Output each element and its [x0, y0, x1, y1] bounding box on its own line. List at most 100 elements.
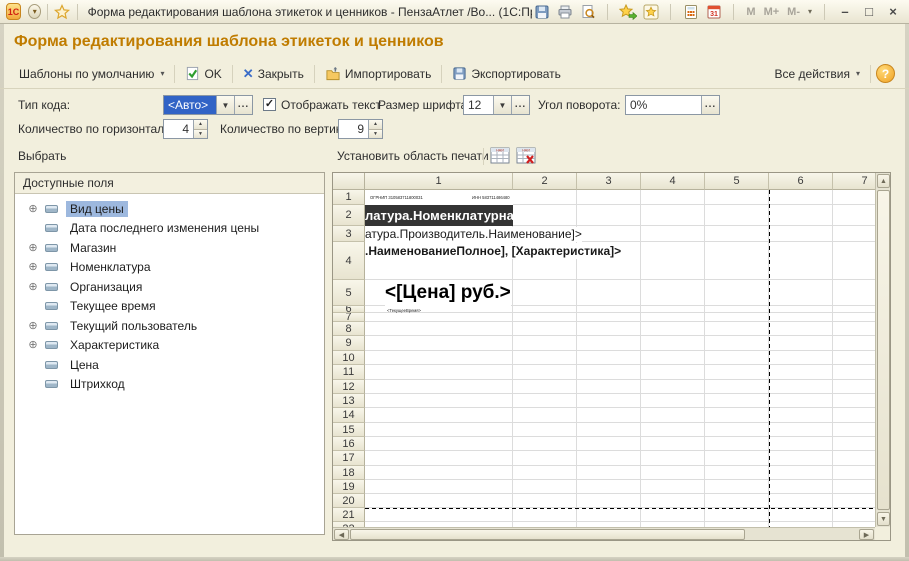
- row-header[interactable]: 14: [333, 408, 365, 423]
- field-item-label[interactable]: Вид цены: [66, 201, 128, 217]
- expand-plus-icon[interactable]: ⊕: [27, 339, 39, 351]
- scroll-left-button[interactable]: ◀: [334, 529, 349, 540]
- chevron-down-icon[interactable]: ▾: [806, 7, 814, 16]
- row-header[interactable]: 3: [333, 226, 365, 242]
- minimize-button[interactable]: –: [835, 4, 855, 19]
- code-type-combobox[interactable]: <Авто> ▼ ...: [163, 95, 253, 115]
- favorites-star-button[interactable]: [54, 3, 71, 21]
- spinner-buttons[interactable]: ▲ ▼: [368, 120, 382, 138]
- row-header[interactable]: 4: [333, 242, 365, 280]
- spin-down-icon[interactable]: ▼: [194, 130, 207, 139]
- column-header[interactable]: 1: [365, 173, 513, 190]
- field-tree-item[interactable]: ⊕ Текущее время: [15, 297, 324, 317]
- row-header[interactable]: 5: [333, 280, 365, 306]
- grid-corner-cell[interactable]: [333, 173, 365, 190]
- cell-manufacturer[interactable]: атура.Производитель.Наименование]>: [365, 227, 582, 242]
- help-button[interactable]: ?: [876, 64, 895, 83]
- field-item-label[interactable]: Штрихкод: [66, 376, 129, 392]
- expand-plus-icon[interactable]: ⊕: [27, 242, 39, 254]
- spin-up-icon[interactable]: ▲: [194, 120, 207, 130]
- horizontal-scrollbar[interactable]: ◀ ▶: [333, 527, 875, 540]
- export-button[interactable]: Экспортировать: [447, 63, 566, 84]
- field-tree-item[interactable]: ⊕ Штрихкод: [15, 375, 324, 395]
- expand-plus-icon[interactable]: ⊕: [27, 281, 39, 293]
- add-favorite-button[interactable]: [618, 3, 637, 21]
- combo-arrow-button[interactable]: ▼: [216, 96, 234, 114]
- expand-plus-icon[interactable]: ⊕: [27, 261, 39, 273]
- favorites-list-button[interactable]: [641, 3, 660, 21]
- field-tree-item[interactable]: ⊕ Цена: [15, 355, 324, 375]
- row-header[interactable]: 21: [333, 508, 365, 522]
- expand-plus-icon[interactable]: ⊕: [27, 203, 39, 215]
- row-header[interactable]: 9: [333, 336, 365, 351]
- ok-button[interactable]: OK: [180, 63, 226, 84]
- print-button[interactable]: [555, 3, 574, 21]
- rotation-ellipsis-button[interactable]: ...: [701, 96, 719, 114]
- field-item-label[interactable]: Текущее время: [66, 298, 160, 314]
- code-type-ellipsis-button[interactable]: ...: [234, 96, 252, 114]
- cell-price[interactable]: <[Цена] руб.>: [385, 280, 511, 306]
- row-header[interactable]: 13: [333, 394, 365, 408]
- field-item-label[interactable]: Дата последнего изменения цены: [66, 220, 263, 236]
- font-size-combobox[interactable]: 12 ▼ ...: [463, 95, 530, 115]
- row-header[interactable]: 1: [333, 190, 365, 205]
- show-text-checkbox[interactable]: ✓: [263, 98, 276, 111]
- vertical-count-stepper[interactable]: 9 ▲ ▼: [338, 119, 383, 139]
- spinner-buttons[interactable]: ▲ ▼: [193, 120, 207, 138]
- row-header[interactable]: 7: [333, 313, 365, 322]
- print-preview-button[interactable]: [578, 3, 597, 21]
- memory-m-plus-button[interactable]: M+: [762, 6, 782, 18]
- row-header[interactable]: 15: [333, 423, 365, 437]
- select-button[interactable]: Выбрать: [18, 146, 66, 166]
- memory-m-button[interactable]: M: [744, 6, 757, 18]
- field-tree-item[interactable]: ⊕ Номенклатура: [15, 258, 324, 278]
- field-item-label[interactable]: Номенклатура: [66, 259, 155, 275]
- column-header[interactable]: 3: [577, 173, 641, 190]
- column-header[interactable]: 5: [705, 173, 769, 190]
- field-item-label[interactable]: Магазин: [66, 240, 120, 256]
- field-tree-item[interactable]: ⊕ Вид цены: [15, 199, 324, 219]
- field-tree-item[interactable]: ⊕ Характеристика: [15, 336, 324, 356]
- cell-requisites[interactable]: ОГРНИП 310583711800031 ИНН 583711486480: [365, 190, 513, 205]
- scroll-right-button[interactable]: ▶: [859, 529, 874, 540]
- row-header[interactable]: 12: [333, 380, 365, 394]
- calendar-button[interactable]: 31: [704, 3, 723, 21]
- row-header[interactable]: 17: [333, 451, 365, 466]
- field-item-label[interactable]: Организация: [66, 279, 146, 295]
- cell-nomenclature-group[interactable]: латура.Номенклатурная: [365, 205, 513, 226]
- spin-up-icon[interactable]: ▲: [369, 120, 382, 130]
- system-menu-button[interactable]: ▾: [28, 4, 41, 19]
- scroll-up-button[interactable]: ▲: [877, 174, 890, 188]
- font-size-ellipsis-button[interactable]: ...: [511, 96, 529, 114]
- row-header[interactable]: 2: [333, 205, 365, 226]
- memory-m-minus-button[interactable]: M-: [785, 6, 802, 18]
- row-header[interactable]: 10: [333, 351, 365, 365]
- field-tree-item[interactable]: ⊕ Дата последнего изменения цены: [15, 219, 324, 239]
- row-header[interactable]: 18: [333, 466, 365, 480]
- cell-current-time[interactable]: <ТекущееВремя>: [387, 306, 452, 313]
- import-button[interactable]: Импортировать: [320, 63, 436, 84]
- rotation-field[interactable]: 0% ...: [625, 95, 720, 115]
- field-tree-item[interactable]: ⊕ Организация: [15, 277, 324, 297]
- vertical-scroll-thumb[interactable]: [877, 190, 890, 510]
- remove-print-area-icon-button[interactable]: НАИ: [516, 147, 536, 164]
- row-header[interactable]: 6: [333, 306, 365, 313]
- set-print-area-icon-button[interactable]: НАИ: [490, 147, 510, 164]
- vertical-scrollbar[interactable]: ▲ ▼: [875, 173, 890, 527]
- grid-data-area[interactable]: ОГРНИП 310583711800031 ИНН 583711486480 …: [365, 190, 875, 527]
- column-header[interactable]: 7: [833, 173, 875, 190]
- column-header[interactable]: 4: [641, 173, 705, 190]
- show-text-label[interactable]: Отображать текст: [281, 95, 381, 115]
- close-form-button[interactable]: ✕ Закрыть: [238, 63, 309, 85]
- calculator-button[interactable]: [681, 3, 700, 21]
- horizontal-count-stepper[interactable]: 4 ▲ ▼: [163, 119, 208, 139]
- combo-arrow-button[interactable]: ▼: [493, 96, 511, 114]
- spin-down-icon[interactable]: ▼: [369, 130, 382, 139]
- field-tree-item[interactable]: ⊕ Текущий пользователь: [15, 316, 324, 336]
- field-item-label[interactable]: Характеристика: [66, 337, 163, 353]
- column-header[interactable]: 2: [513, 173, 577, 190]
- row-header[interactable]: 20: [333, 494, 365, 508]
- field-tree-item[interactable]: ⊕ Магазин: [15, 238, 324, 258]
- row-header[interactable]: 11: [333, 365, 365, 380]
- default-templates-button[interactable]: Шаблоны по умолчанию ▾: [14, 64, 169, 84]
